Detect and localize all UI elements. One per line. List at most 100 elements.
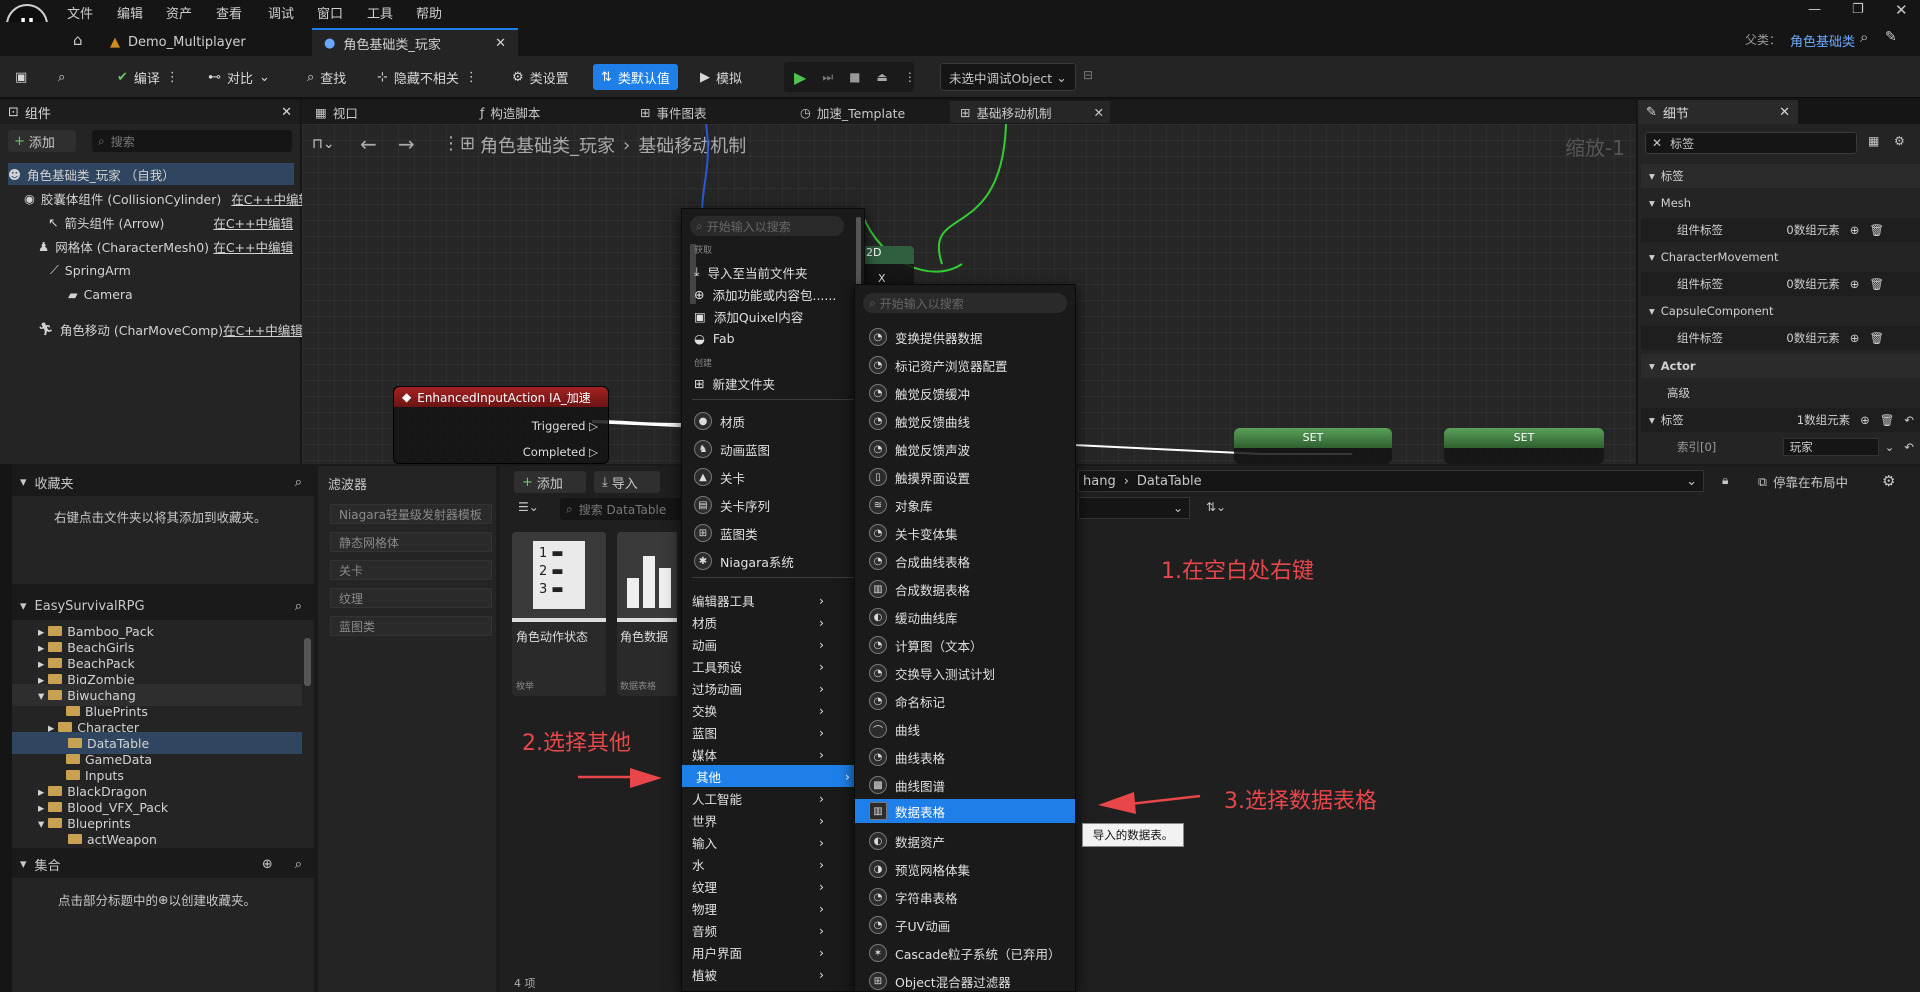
- submenu-item[interactable]: ◔ 关卡变体集: [869, 522, 958, 544]
- table-view-icon[interactable]: ▦: [1868, 134, 1879, 148]
- lock-icon[interactable]: 🔒︎: [1722, 473, 1728, 488]
- hide-unrelated-button[interactable]: ⊹ 隐藏不相关 ⋮: [377, 64, 478, 90]
- submenu-item[interactable]: ◔ 字符串表格: [869, 886, 958, 908]
- path-bar[interactable]: hang › DataTable ⌄: [1078, 470, 1704, 492]
- section-tags[interactable]: ▾ 标签: [1641, 164, 1920, 188]
- menu-add-quixel[interactable]: ▣ 添加Quixel内容: [694, 305, 803, 327]
- context-search-input[interactable]: ⌕ 开始输入以搜索: [690, 216, 844, 236]
- path-segment[interactable]: hang: [1083, 474, 1116, 489]
- submenu-item[interactable]: ◔ 交换导入测试计划: [869, 662, 995, 684]
- add-element-icon[interactable]: ⊕: [1850, 223, 1860, 237]
- more-icon[interactable]: ⋮: [465, 70, 478, 85]
- filter-chip[interactable]: 关卡: [330, 560, 492, 580]
- menu-texture[interactable]: 纹理 ›: [692, 877, 828, 895]
- class-settings-button[interactable]: ⚙ 类设置: [512, 64, 569, 90]
- chevron-down-icon[interactable]: ⌄: [1885, 440, 1895, 454]
- section-capsule[interactable]: ▾ CapsuleComponent: [1641, 299, 1920, 323]
- set-node[interactable]: SET: [1444, 428, 1604, 464]
- menu-material[interactable]: ● 材质: [694, 410, 745, 432]
- menu-anim-blueprint[interactable]: ♞ 动画蓝图: [694, 438, 770, 460]
- filter-chip[interactable]: 蓝图类: [330, 616, 492, 636]
- submenu-item[interactable]: ◐ 数据资产: [869, 830, 945, 852]
- menu-edit[interactable]: 编辑: [117, 3, 143, 22]
- menu-physics[interactable]: 物理 ›: [692, 899, 828, 917]
- trash-icon[interactable]: 🗑︎: [1869, 331, 1884, 345]
- save-icon[interactable]: ▣: [15, 64, 27, 90]
- class-defaults-button[interactable]: ⇅ 类默认值: [593, 64, 678, 90]
- search-icon[interactable]: ⌕: [1860, 28, 1868, 46]
- gear-icon[interactable]: ⚙: [1894, 134, 1905, 148]
- filter-chip[interactable]: 纹理: [330, 588, 492, 608]
- component-capsule[interactable]: ◉ 胶囊体组件 (CollisionCylinder) 在C++中编辑: [24, 187, 311, 209]
- menu-window[interactable]: 窗口: [317, 3, 343, 22]
- menu-import-here[interactable]: ⤓ 导入至当前文件夹: [694, 261, 808, 283]
- submenu-item[interactable]: ◔ 触觉反馈曲线: [869, 410, 970, 432]
- component-root[interactable]: ☻ 角色基础类_玩家 （自我）: [8, 163, 294, 185]
- reset-icon[interactable]: ↶: [1904, 413, 1914, 427]
- menu-level-sequence[interactable]: ▤ 关卡序列: [694, 494, 770, 516]
- play-icon[interactable]: ▶: [794, 68, 806, 87]
- edit-cpp-link[interactable]: 在C++中编辑: [223, 320, 303, 339]
- close-tab-icon[interactable]: ✕: [495, 36, 506, 51]
- menu-debug[interactable]: 调试: [268, 3, 294, 22]
- submenu-item[interactable]: ◔ 触觉反馈缓冲: [869, 382, 970, 404]
- menu-new-folder[interactable]: ⊞ 新建文件夹: [694, 372, 775, 394]
- clear-icon[interactable]: ✕: [1652, 136, 1662, 150]
- add-component-button[interactable]: + 添加: [8, 130, 76, 152]
- menu-fab[interactable]: ◒ Fab: [694, 327, 735, 349]
- menu-animation[interactable]: 动画 ›: [692, 635, 828, 653]
- edit-cpp-link[interactable]: 在C++中编辑: [213, 237, 293, 256]
- pin-triggered[interactable]: Triggered ▷: [532, 419, 598, 433]
- asset-tile[interactable]: 1 ▬ 2 ▬ 3 ▬ 角色动作状态 枚举: [512, 532, 606, 696]
- folder-item[interactable]: ▾ Biwuchang: [12, 684, 302, 706]
- dock-in-layout-button[interactable]: ⧉ 停靠在布局中: [1758, 472, 1848, 491]
- sort-icon[interactable]: ⇅⌄: [1206, 500, 1226, 514]
- filter-icon[interactable]: ☰⌄: [518, 500, 539, 514]
- submenu-item[interactable]: ▯ 触摸界面设置: [869, 466, 970, 488]
- add-element-icon[interactable]: ⊕: [1860, 413, 1870, 427]
- close-panel-icon[interactable]: ✕: [281, 105, 292, 120]
- menu-materials[interactable]: 材质 ›: [692, 613, 828, 631]
- folder-tree-scrollbar[interactable]: [304, 638, 311, 686]
- menu-tool-presets[interactable]: 工具预设 ›: [692, 657, 828, 675]
- components-search-input[interactable]: ⌕ 搜索: [92, 130, 292, 152]
- menu-help[interactable]: 帮助: [416, 3, 442, 22]
- step-icon[interactable]: ⏭: [822, 70, 833, 85]
- home-icon[interactable]: ⌂: [73, 31, 83, 49]
- stop-icon[interactable]: ■: [849, 70, 860, 84]
- search-icon[interactable]: ⌕: [295, 475, 302, 490]
- close-panel-icon[interactable]: ✕: [1779, 105, 1790, 120]
- menu-ui[interactable]: 用户界面 ›: [692, 943, 828, 961]
- menu-ai[interactable]: 人工智能 ›: [692, 789, 828, 807]
- menu-level[interactable]: ▲ 关卡: [694, 466, 745, 488]
- component-arrow[interactable]: ↖ 箭头组件 (Arrow) 在C++中编辑: [48, 211, 293, 233]
- submenu-item[interactable]: ◑ 预览网格体集: [869, 858, 970, 880]
- eject-icon[interactable]: ⏏: [876, 70, 887, 84]
- more-icon[interactable]: ⋮: [904, 70, 916, 84]
- more-icon[interactable]: ⋮: [166, 70, 179, 85]
- close-window-icon[interactable]: ✕: [1895, 1, 1908, 19]
- component-charmove[interactable]: 🏃︎ 角色移动 (CharMoveComp) 在C++中编辑: [38, 318, 303, 340]
- details-search-input[interactable]: ✕ 标签: [1645, 132, 1857, 154]
- row-advanced[interactable]: 高级: [1641, 381, 1920, 405]
- browse-icon[interactable]: ⌕: [58, 64, 65, 90]
- tab-basic-movement[interactable]: ⊞ 基础移动机制 ✕: [950, 101, 1110, 123]
- menu-blueprint[interactable]: 蓝图 ›: [692, 723, 828, 741]
- edit-cpp-link[interactable]: 在C++中编辑: [231, 189, 311, 208]
- content-add-button[interactable]: + 添加: [514, 471, 586, 493]
- diff-button[interactable]: ⊷ 对比 ⌄: [208, 64, 270, 90]
- submenu-search-input[interactable]: ⌕ 开始输入以搜索: [863, 293, 1067, 313]
- component-camera[interactable]: ▰ Camera: [68, 283, 133, 305]
- submenu-item-data-table[interactable]: ▥ 数据表格: [855, 799, 1075, 823]
- submenu-item[interactable]: ◔ 子UV动画: [869, 914, 950, 936]
- folder-item-selected[interactable]: DataTable: [12, 732, 302, 754]
- set-node[interactable]: SET: [1234, 428, 1392, 464]
- submenu-item[interactable]: ◔ 标记资产浏览器配置: [869, 354, 1008, 376]
- submenu-item[interactable]: ≋ 对象库: [869, 494, 933, 516]
- favorites-header[interactable]: ▾ 收藏夹 ⌕: [20, 470, 302, 494]
- section-charmove[interactable]: ▾ CharacterMovement: [1641, 245, 1920, 269]
- submenu-item[interactable]: ◔ 计算图（文本）: [869, 634, 983, 656]
- submenu-item[interactable]: ▩ 曲线图谱: [869, 774, 945, 796]
- edit-icon[interactable]: ✎: [1885, 29, 1897, 45]
- add-collection-icon[interactable]: ⊕: [262, 857, 273, 872]
